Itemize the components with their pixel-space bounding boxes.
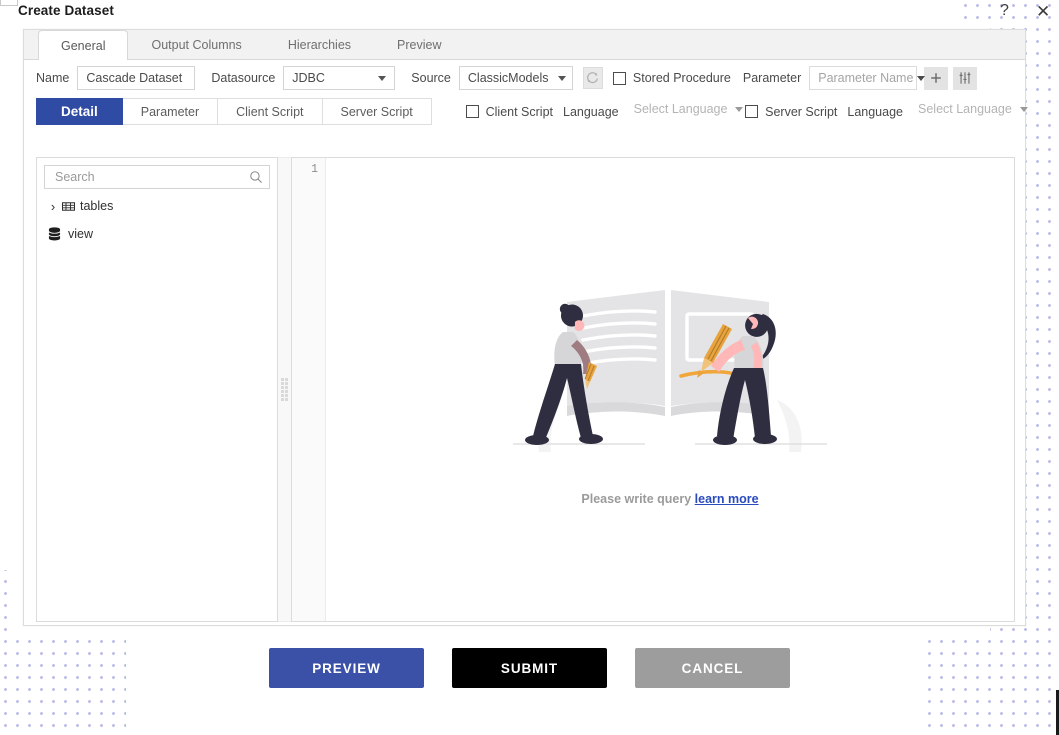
editor-text-area[interactable]: Please write query learn more xyxy=(326,158,1014,621)
client-language-label: Language xyxy=(563,104,619,119)
stored-procedure-label: Stored Procedure xyxy=(632,71,731,85)
tab-output-columns[interactable]: Output Columns xyxy=(128,30,264,59)
datasource-select[interactable]: JDBC xyxy=(283,66,396,90)
chevron-right-icon[interactable]: › xyxy=(46,200,60,213)
table-grid-icon xyxy=(60,201,76,212)
chevron-down-icon xyxy=(378,75,387,81)
client-language-value: Select Language xyxy=(633,102,728,116)
editor-line-numbers: 1 xyxy=(292,158,326,621)
tree-node-tables-label: tables xyxy=(80,199,114,213)
subtab-server-script[interactable]: Server Script xyxy=(322,98,432,125)
server-language-value: Select Language xyxy=(918,102,1012,116)
create-dataset-dialog: General Output Columns Hierarchies Previ… xyxy=(23,29,1028,626)
server-script-label: Server Script xyxy=(765,104,838,119)
query-editor[interactable]: 1 Please write query learn more xyxy=(291,157,1015,622)
datasource-label: Datasource xyxy=(211,71,276,85)
parameter-label: Parameter xyxy=(742,71,802,85)
top-tab-strip: General Output Columns Hierarchies Previ… xyxy=(24,30,1025,60)
subtab-client-script-label: Client Script xyxy=(236,104,304,119)
parameter-name-select[interactable]: Parameter Name xyxy=(809,66,926,90)
submit-button[interactable]: SUBMIT xyxy=(452,648,607,688)
tab-hierarchies-label: Hierarchies xyxy=(287,38,352,52)
empty-state-caption: Please write query learn more xyxy=(581,492,758,506)
database-stack-icon xyxy=(46,227,62,241)
page-white-area-left xyxy=(0,0,20,570)
schema-tree-panel: › tables xyxy=(36,157,278,622)
stored-procedure-checkbox-wrap[interactable]: Stored Procedure xyxy=(612,71,731,85)
server-script-checkbox-wrap[interactable]: Server Script xyxy=(745,98,837,125)
search-box[interactable] xyxy=(44,165,270,189)
dataset-name-input[interactable] xyxy=(77,66,196,90)
tab-general-label: General xyxy=(61,38,106,53)
chevron-down-icon xyxy=(1019,106,1028,112)
refresh-button[interactable] xyxy=(582,67,603,89)
dataset-form-row: Name Datasource JDBC Source ClassicModel… xyxy=(36,63,1015,93)
page-white-area-top xyxy=(0,0,964,22)
preview-button[interactable]: PREVIEW xyxy=(269,648,424,688)
learn-more-link[interactable]: learn more xyxy=(695,492,759,506)
subtab-client-script[interactable]: Client Script xyxy=(218,98,323,125)
sliders-icon xyxy=(959,72,971,84)
search-input[interactable] xyxy=(53,169,249,185)
corner-stub xyxy=(0,0,18,6)
empty-state: Please write query learn more xyxy=(326,266,1014,506)
source-label: Source xyxy=(411,71,451,85)
server-language-select[interactable]: Select Language xyxy=(911,98,1028,120)
client-script-checkbox[interactable] xyxy=(465,105,479,118)
source-select[interactable]: ClassicModels xyxy=(458,66,573,90)
tab-preview-label: Preview xyxy=(397,38,442,52)
refresh-icon xyxy=(587,71,599,83)
tab-hierarchies[interactable]: Hierarchies xyxy=(265,30,374,59)
tab-general[interactable]: General xyxy=(38,30,129,60)
script-sub-tab-row: Detail Parameter Client Script Server Sc… xyxy=(36,98,1028,125)
parameter-name-value: Parameter Name xyxy=(818,71,914,85)
chevron-down-icon xyxy=(917,75,926,81)
tab-output-columns-label: Output Columns xyxy=(151,38,242,52)
subtab-parameter-label: Parameter xyxy=(140,104,200,119)
parameter-settings-button[interactable] xyxy=(953,66,978,90)
panel-splitter[interactable] xyxy=(278,157,291,622)
client-script-label: Client Script xyxy=(485,104,553,119)
subtab-detail-label: Detail xyxy=(61,104,98,119)
subtab-server-script-label: Server Script xyxy=(340,104,413,119)
line-number: 1 xyxy=(311,163,318,176)
dialog-footer: PREVIEW SUBMIT CANCEL xyxy=(0,648,1059,688)
tree-node-tables[interactable]: › tables xyxy=(44,195,270,217)
splitter-grip-icon xyxy=(281,378,288,401)
help-icon[interactable]: ? xyxy=(1000,3,1009,19)
source-value: ClassicModels xyxy=(467,71,549,85)
datasource-value: JDBC xyxy=(292,71,325,85)
client-script-checkbox-wrap[interactable]: Client Script xyxy=(465,98,553,125)
cancel-button[interactable]: CANCEL xyxy=(635,648,790,688)
chevron-down-icon xyxy=(558,75,567,81)
tree-node-view-label: view xyxy=(68,227,94,241)
plus-icon xyxy=(931,73,942,83)
add-parameter-button[interactable] xyxy=(924,66,949,90)
dataset-body: › tables xyxy=(36,157,1015,622)
tab-preview[interactable]: Preview xyxy=(374,30,464,59)
subtab-parameter[interactable]: Parameter xyxy=(122,98,219,125)
page-title: Create Dataset xyxy=(18,3,114,18)
client-language-select[interactable]: Select Language xyxy=(626,98,744,120)
close-icon[interactable]: ✕ xyxy=(1036,3,1050,20)
stored-procedure-checkbox[interactable] xyxy=(612,71,626,85)
search-icon[interactable] xyxy=(249,170,263,184)
name-label: Name xyxy=(36,71,70,85)
server-language-label: Language xyxy=(847,104,903,119)
empty-state-message: Please write query xyxy=(581,492,692,506)
two-people-reading-book-illustration xyxy=(513,290,827,452)
server-script-checkbox[interactable] xyxy=(745,105,759,118)
tree-node-view[interactable]: view xyxy=(44,223,270,245)
subtab-detail[interactable]: Detail xyxy=(36,98,123,125)
